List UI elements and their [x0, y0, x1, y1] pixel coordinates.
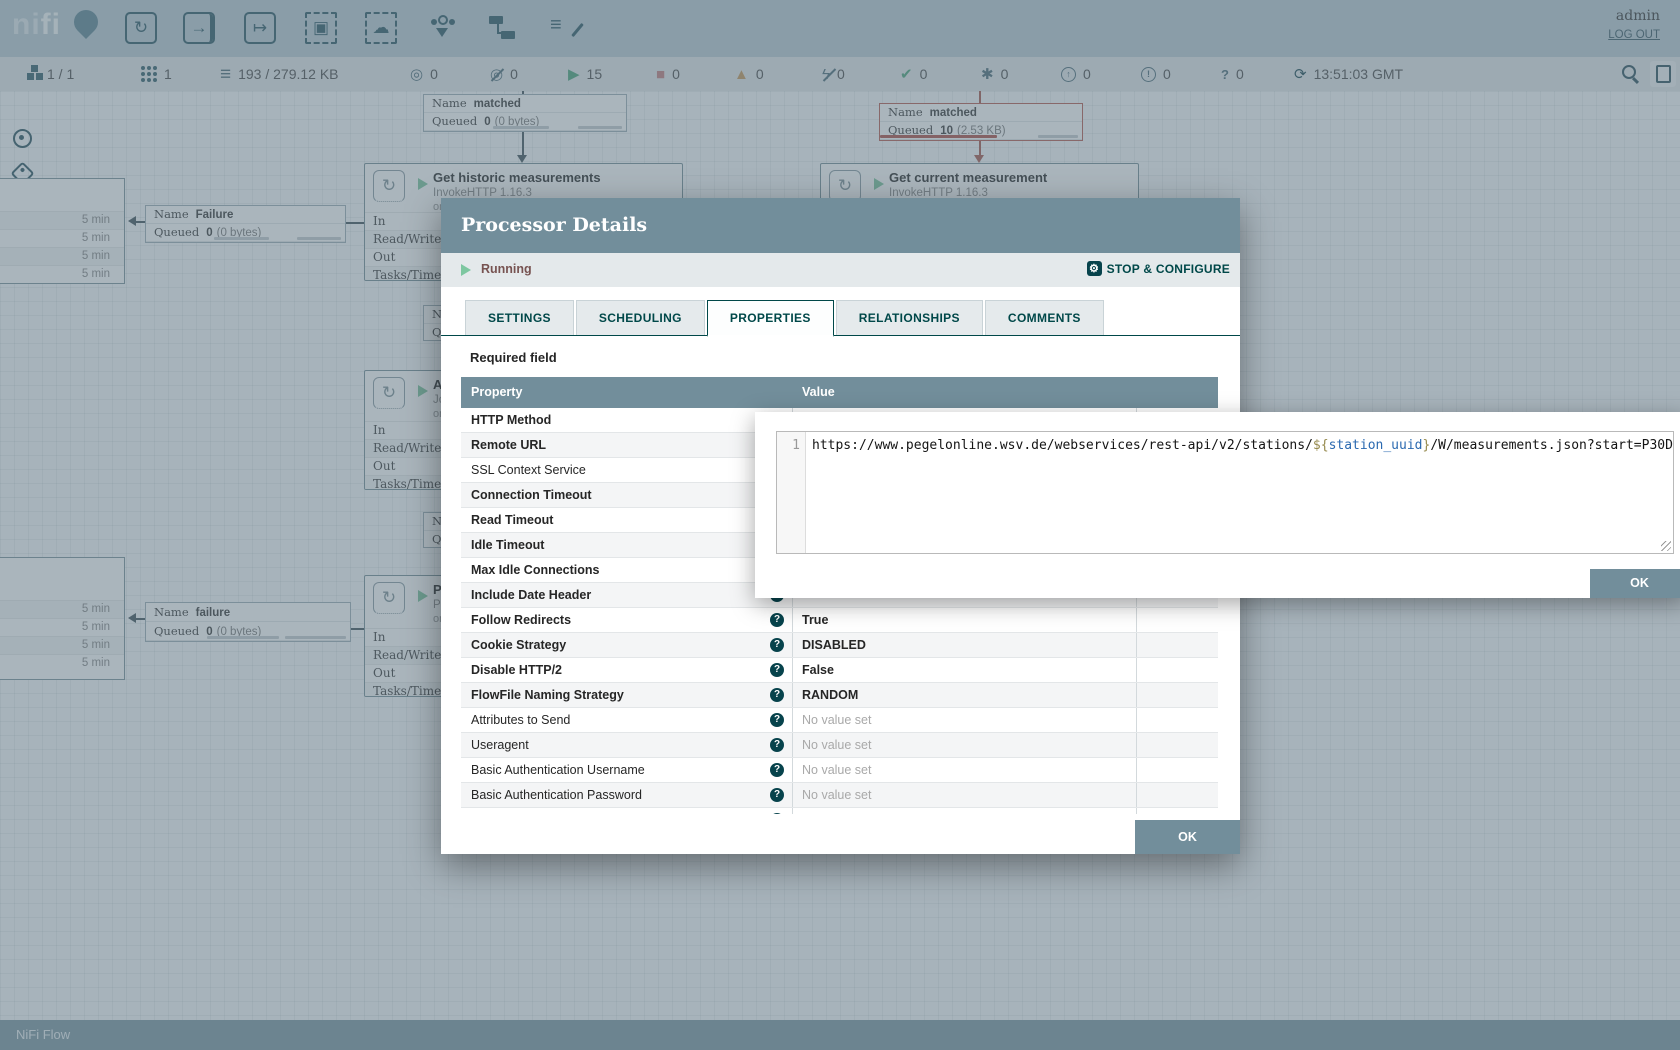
table-row: Basic Authentication Username?No value s…	[461, 758, 1218, 783]
table-row: ?	[461, 808, 1218, 814]
tab-properties[interactable]: PROPERTIES	[707, 300, 834, 337]
run-status-label: Running	[481, 262, 532, 276]
table-row: Attributes to Send?No value set	[461, 708, 1218, 733]
property-value[interactable]: RANDOM	[793, 683, 1137, 707]
property-value[interactable]: False	[793, 658, 1137, 682]
tab-settings[interactable]: SETTINGS	[465, 300, 574, 335]
stop-configure-icon: ⚙	[1087, 261, 1102, 276]
help-icon[interactable]: ?	[770, 788, 784, 802]
table-row: Useragent?No value set	[461, 733, 1218, 758]
dialog-title: Processor Details	[441, 198, 1240, 253]
dialog-tabs: SETTINGS SCHEDULING PROPERTIES RELATIONS…	[441, 300, 1240, 336]
property-value-editor-popup: 1 https://www.pegelonline.wsv.de/webserv…	[755, 412, 1680, 598]
property-value[interactable]: No value set	[793, 708, 1137, 732]
help-icon[interactable]: ?	[770, 738, 784, 752]
properties-table-header: Property Value	[461, 377, 1218, 408]
help-icon[interactable]: ?	[770, 663, 784, 677]
help-icon[interactable]: ?	[770, 613, 784, 627]
property-value[interactable]: DISABLED	[793, 633, 1137, 657]
help-icon[interactable]: ?	[770, 763, 784, 777]
expression-variable: station_uuid	[1329, 438, 1423, 453]
table-row: Basic Authentication Password?No value s…	[461, 783, 1218, 808]
popup-ok-button[interactable]: OK	[1590, 569, 1680, 598]
property-value[interactable]: True	[793, 608, 1137, 632]
property-value[interactable]: No value set	[793, 783, 1137, 807]
dialog-ok-button[interactable]: OK	[1135, 820, 1240, 854]
remote-url-value[interactable]: https://www.pegelonline.wsv.de/webservic…	[807, 438, 1673, 453]
help-icon[interactable]: ?	[770, 813, 784, 814]
line-number-gutter: 1	[777, 432, 806, 553]
table-row: Follow Redirects?True	[461, 608, 1218, 633]
resize-handle-icon[interactable]	[1661, 541, 1671, 551]
dialog-status-bar: Running ⚙ STOP & CONFIGURE	[441, 253, 1240, 287]
help-icon[interactable]: ?	[770, 713, 784, 727]
help-icon[interactable]: ?	[770, 638, 784, 652]
table-row: Disable HTTP/2?False	[461, 658, 1218, 683]
tab-comments[interactable]: COMMENTS	[985, 300, 1104, 335]
table-row: Cookie Strategy?DISABLED	[461, 633, 1218, 658]
tab-relationships[interactable]: RELATIONSHIPS	[836, 300, 983, 335]
stop-and-configure-button[interactable]: ⚙ STOP & CONFIGURE	[1087, 261, 1230, 276]
running-indicator-icon	[461, 264, 477, 276]
help-icon[interactable]: ?	[770, 688, 784, 702]
table-row: FlowFile Naming Strategy?RANDOM	[461, 683, 1218, 708]
value-code-editor[interactable]: 1 https://www.pegelonline.wsv.de/webserv…	[776, 431, 1674, 554]
property-value[interactable]: No value set	[793, 733, 1137, 757]
required-field-label: Required field	[470, 350, 557, 365]
tab-scheduling[interactable]: SCHEDULING	[576, 300, 705, 335]
property-value[interactable]: No value set	[793, 758, 1137, 782]
